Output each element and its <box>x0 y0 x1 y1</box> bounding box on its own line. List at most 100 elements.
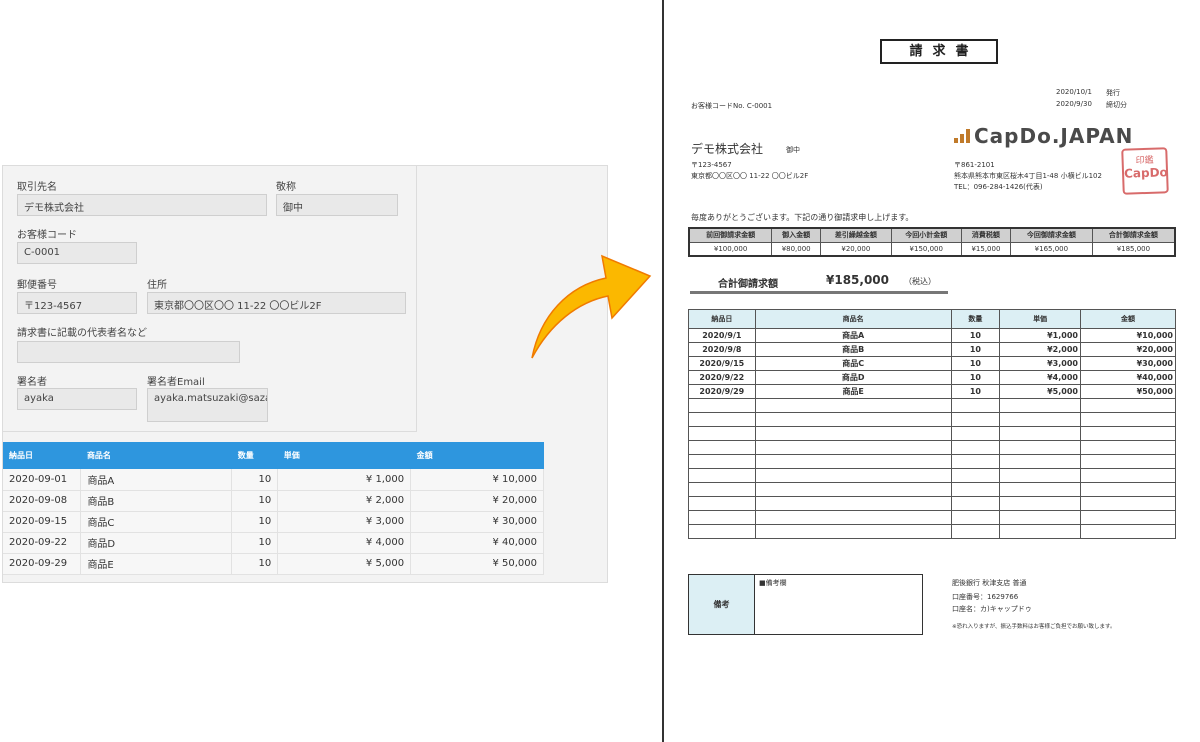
representative-field[interactable] <box>17 341 240 363</box>
grid-cell-unit-price[interactable]: ¥ 4,000 <box>277 532 412 554</box>
greeting-text: 毎度ありがとうございます。下記の通り御請求申し上げます。 <box>691 213 914 222</box>
grid-cell-quantity[interactable]: 10 <box>231 532 279 554</box>
remarks-label: 備考 <box>689 575 755 634</box>
summary-header: 今回小計金額 <box>890 227 962 243</box>
grid-cell-product[interactable]: 商品A <box>80 469 233 491</box>
items-header: 金額 <box>1079 309 1177 329</box>
honorific-field[interactable]: 御中 <box>276 194 398 216</box>
summary-value: ¥185,000 <box>1091 241 1176 257</box>
item-product: 商品D <box>754 370 952 385</box>
item-unit-price: ¥2,000 <box>999 342 1081 357</box>
grid-header-delivery-date[interactable]: 納品日 <box>3 442 81 469</box>
summary-header: 今回御請求金額 <box>1009 227 1093 243</box>
total-amount: ¥185,000 <box>826 273 890 287</box>
issue-date: 2020/10/1 <box>1056 88 1092 96</box>
grid-cell-date[interactable]: 2020-09-29 <box>3 553 82 575</box>
grid-cell-date[interactable]: 2020-09-15 <box>3 511 82 533</box>
total-underline <box>690 291 948 294</box>
grid-row[interactable]: 2020-09-01 商品A 10 ¥ 1,000 ¥ 10,000 <box>3 469 544 491</box>
summary-value: ¥20,000 <box>820 241 892 257</box>
grid-cell-amount[interactable]: ¥ 30,000 <box>410 511 544 533</box>
grid-row[interactable]: 2020-09-29 商品E 10 ¥ 5,000 ¥ 50,000 <box>3 553 544 575</box>
grid-cell-amount[interactable]: ¥ 50,000 <box>410 553 544 575</box>
items-row: 2020/9/22 商品D 10 ¥4,000 ¥40,000 <box>688 370 1177 385</box>
grid-row[interactable]: 2020-09-08 商品B 10 ¥ 2,000 ¥ 20,000 <box>3 490 544 512</box>
grid-cell-quantity[interactable]: 10 <box>231 469 279 491</box>
item-date: 2020/9/15 <box>688 356 756 371</box>
grid-header-unit-price[interactable]: 単価 <box>277 442 411 469</box>
summary-header: 差引繰越金額 <box>820 227 892 243</box>
conversion-arrow-icon <box>531 254 652 359</box>
grid-cell-quantity[interactable]: 10 <box>231 553 279 575</box>
item-date: 2020/9/8 <box>688 342 756 357</box>
grid-cell-product[interactable]: 商品C <box>80 511 233 533</box>
item-amount: ¥30,000 <box>1079 356 1177 371</box>
postal-code-field[interactable]: 〒123-4567 <box>17 292 137 314</box>
cutoff-label: 締切分 <box>1106 101 1127 109</box>
empty-row <box>688 510 1177 525</box>
grid-header-product-name[interactable]: 商品名 <box>80 442 232 469</box>
grid-cell-date[interactable]: 2020-09-01 <box>3 469 82 491</box>
issue-label: 発行 <box>1106 89 1120 97</box>
sender-postal: 〒861-2101 <box>954 161 995 169</box>
summary-header: 前回御請求金額 <box>688 227 773 243</box>
grid-cell-date[interactable]: 2020-09-22 <box>3 532 82 554</box>
grid-cell-unit-price[interactable]: ¥ 3,000 <box>277 511 412 533</box>
address-field[interactable]: 東京都〇〇区〇〇 11-22 〇〇ビル2F <box>147 292 406 314</box>
empty-row <box>688 426 1177 441</box>
invoice-items-table: 納品日 商品名 数量 単価 金額 2020/9/1 商品A 10 ¥1,000 … <box>688 309 1177 539</box>
client-name-field[interactable]: デモ株式会社 <box>17 194 267 216</box>
item-unit-price: ¥3,000 <box>999 356 1081 371</box>
items-row: 2020/9/1 商品A 10 ¥1,000 ¥10,000 <box>688 328 1177 343</box>
item-quantity: 10 <box>950 328 1001 343</box>
empty-row <box>688 412 1177 427</box>
company-logo: CapDo.JAPAN <box>954 124 1133 148</box>
items-row: 2020/9/15 商品C 10 ¥3,000 ¥30,000 <box>688 356 1177 371</box>
items-header-row: 納品日 商品名 数量 単価 金額 <box>688 309 1177 329</box>
summary-value-row: ¥100,000 ¥80,000 ¥20,000 ¥150,000 ¥15,00… <box>688 241 1176 257</box>
grid-row[interactable]: 2020-09-15 商品C 10 ¥ 3,000 ¥ 30,000 <box>3 511 544 533</box>
logo-bars-icon <box>954 129 970 143</box>
customer-code-field[interactable]: C-0001 <box>17 242 137 264</box>
grid-cell-unit-price[interactable]: ¥ 5,000 <box>277 553 412 575</box>
client-address: 東京都〇〇区〇〇 11-22 〇〇ビル2F <box>691 172 809 180</box>
grid-cell-unit-price[interactable]: ¥ 2,000 <box>277 490 412 512</box>
grid-cell-date[interactable]: 2020-09-08 <box>3 490 82 512</box>
item-date: 2020/9/22 <box>688 370 756 385</box>
signer-label: 署名者 <box>17 377 47 388</box>
grid-cell-amount[interactable]: ¥ 10,000 <box>410 469 544 491</box>
grid-cell-product[interactable]: 商品D <box>80 532 233 554</box>
customer-code-label: お客様コード <box>17 230 77 241</box>
remarks-text: ■備考欄 <box>759 579 787 587</box>
sender-tel: TEL：096-284-1426(代表) <box>954 183 1043 191</box>
invoice-document: 請求書 2020/10/1 発行 2020/9/30 締切分 お客様コードNo.… <box>662 0 1200 742</box>
summary-value: ¥15,000 <box>960 241 1011 257</box>
items-header: 単価 <box>999 309 1081 329</box>
grid-cell-amount[interactable]: ¥ 40,000 <box>410 532 544 554</box>
grid-cell-quantity[interactable]: 10 <box>231 511 279 533</box>
item-date: 2020/9/1 <box>688 328 756 343</box>
grid-cell-amount[interactable]: ¥ 20,000 <box>410 490 544 512</box>
summary-header: 消費税額 <box>960 227 1011 243</box>
form-fields-area: 取引先名 デモ株式会社 敬称 御中 お客様コード C-0001 郵便番号 〒12… <box>3 166 417 432</box>
client-honorific: 御中 <box>786 146 800 154</box>
signer-field[interactable]: ayaka <box>17 388 137 410</box>
items-header: 商品名 <box>754 309 952 329</box>
grid-header-amount[interactable]: 金額 <box>410 442 544 469</box>
total-tax-note: （税込） <box>904 277 936 286</box>
item-quantity: 10 <box>950 370 1001 385</box>
grid-cell-product[interactable]: 商品E <box>80 553 233 575</box>
grid-cell-product[interactable]: 商品B <box>80 490 233 512</box>
grid-cell-unit-price[interactable]: ¥ 1,000 <box>277 469 412 491</box>
empty-row <box>688 482 1177 497</box>
items-header: 納品日 <box>688 309 756 329</box>
representative-label: 請求書に記載の代表者名など <box>17 328 147 339</box>
grid-row[interactable]: 2020-09-22 商品D 10 ¥ 4,000 ¥ 40,000 <box>3 532 544 554</box>
grid-header-quantity[interactable]: 数量 <box>231 442 278 469</box>
grid-cell-quantity[interactable]: 10 <box>231 490 279 512</box>
bank-fee-note: ※恐れ入りますが、振込手数料はお客様ご負担でお願い致します。 <box>952 624 1116 630</box>
item-unit-price: ¥5,000 <box>999 384 1081 399</box>
summary-value: ¥150,000 <box>890 241 962 257</box>
empty-row <box>688 468 1177 483</box>
signer-email-field[interactable]: ayaka.matsuzaki@sazae.com.au <box>147 388 268 422</box>
